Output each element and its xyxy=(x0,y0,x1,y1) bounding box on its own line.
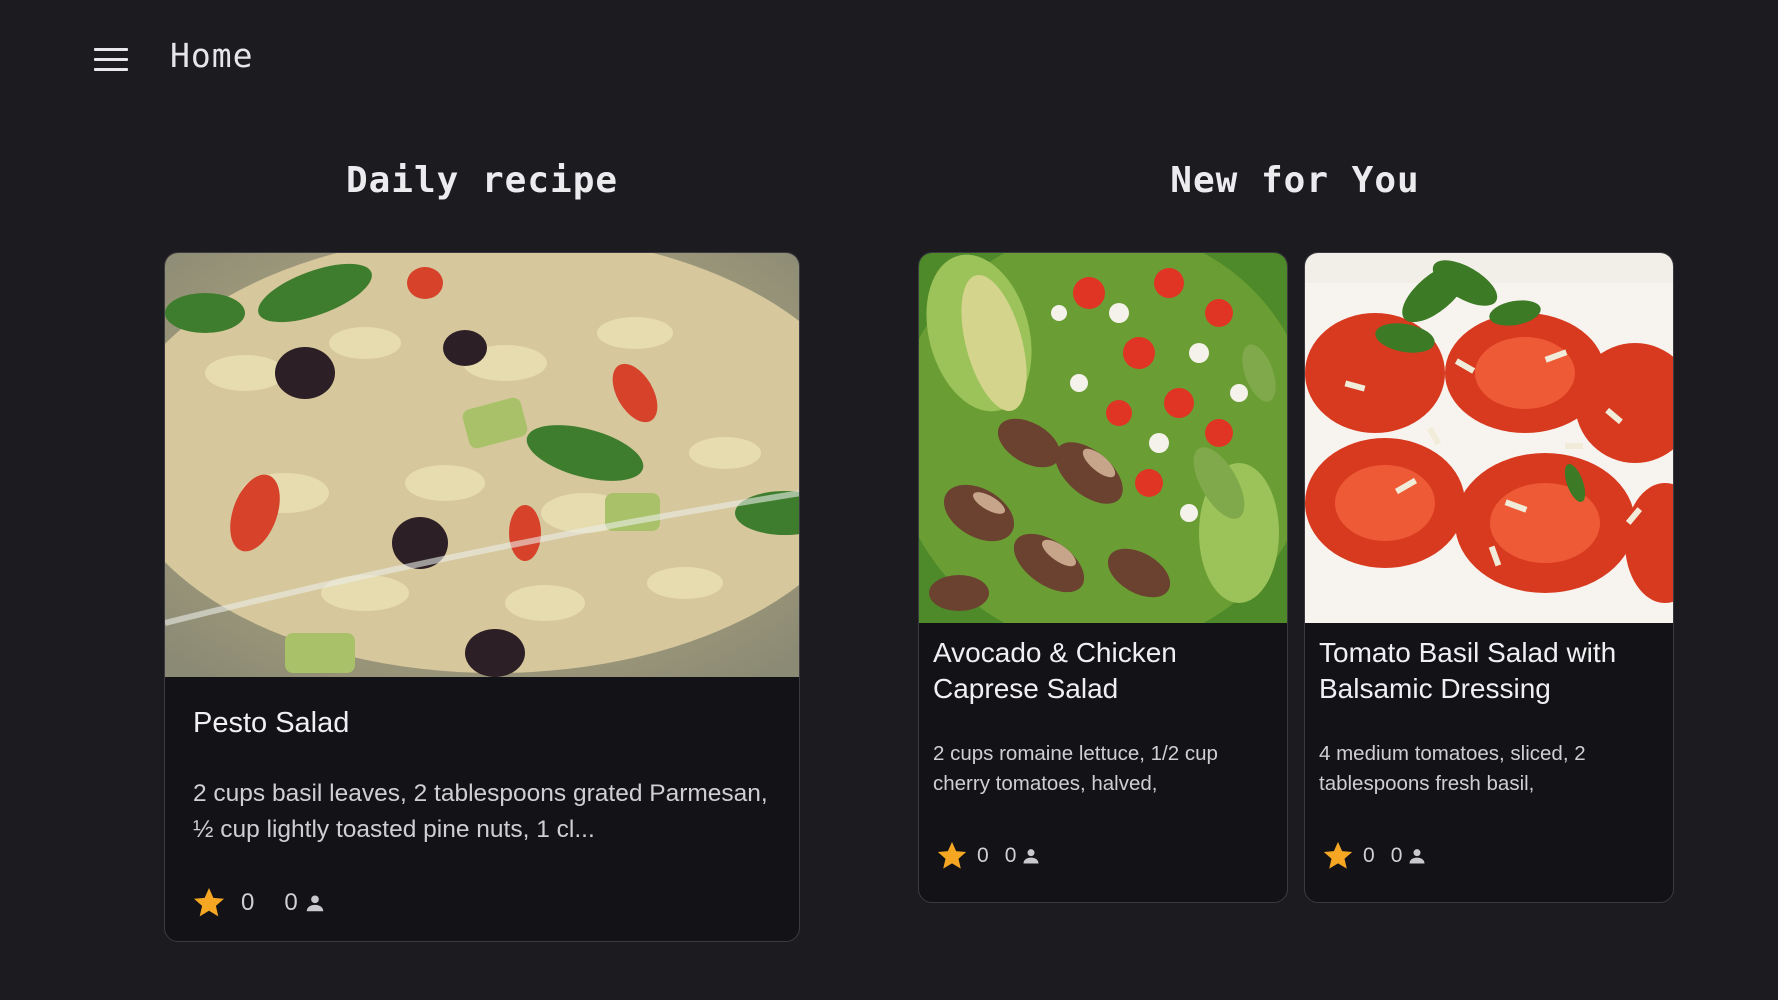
card-description: 4 medium tomatoes, sliced, 2 tablespoons… xyxy=(1319,742,1586,795)
page-title: Home xyxy=(170,36,254,75)
card-meta: 0 0 xyxy=(1321,839,1427,873)
star-icon[interactable] xyxy=(935,839,969,873)
users-count: 0 xyxy=(284,889,298,916)
star-icon[interactable] xyxy=(191,885,227,921)
rating-count: 0 xyxy=(1363,844,1375,867)
person-icon xyxy=(306,895,323,912)
card-meta: 0 0 xyxy=(935,839,1041,873)
star-icon[interactable] xyxy=(1321,839,1355,873)
tomato-basil-salad-photo xyxy=(1305,253,1673,623)
card-title: Tomato Basil Salad with Balsamic Dressin… xyxy=(1319,637,1617,705)
card-description: 2 cups romaine lettuce, 1/2 cup cherry t… xyxy=(933,742,1218,795)
pasta-salad-photo xyxy=(165,253,799,677)
person-icon xyxy=(1023,849,1039,864)
hamburger-menu-icon[interactable] xyxy=(86,40,134,80)
card-title: Avocado & Chicken Caprese Salad xyxy=(933,637,1177,705)
chicken-caprese-salad-photo xyxy=(919,253,1287,623)
rating-count: 0 xyxy=(977,844,989,867)
top-app-bar: Home xyxy=(0,0,1778,118)
card-description: 2 cups basil leaves, 2 tablespoons grate… xyxy=(193,780,768,843)
users-count: 0 xyxy=(1390,844,1403,867)
daily-recipe-card[interactable]: Pesto Salad 2 cups basil leaves, 2 table… xyxy=(164,252,800,942)
rating-count: 0 xyxy=(241,889,255,916)
recipe-card-avocado-chicken[interactable]: Avocado & Chicken Caprese Salad 2 cups r… xyxy=(918,252,1288,903)
users-count: 0 xyxy=(1004,844,1017,867)
person-icon xyxy=(1409,849,1425,864)
daily-recipe-heading: Daily recipe xyxy=(345,160,619,201)
card-title: Pesto Salad xyxy=(193,707,350,739)
recipe-card-tomato-basil[interactable]: Tomato Basil Salad with Balsamic Dressin… xyxy=(1304,252,1674,903)
card-meta: 0 0 xyxy=(191,885,326,921)
new-for-you-heading: New for You xyxy=(1170,160,1420,201)
